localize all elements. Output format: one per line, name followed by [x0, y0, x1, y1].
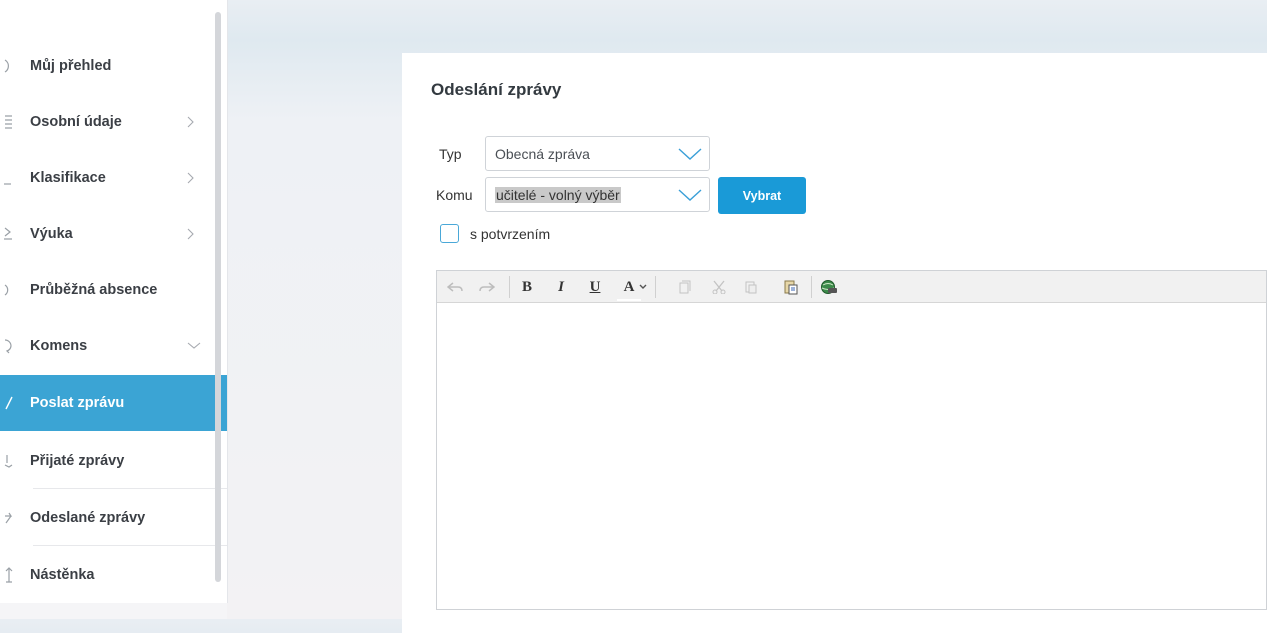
typ-label: Typ	[439, 146, 462, 162]
sidebar-item-komens[interactable]: Komens	[0, 318, 227, 374]
sidebar-item-label: Přijaté zprávy	[30, 453, 125, 469]
underline-button[interactable]: U	[583, 275, 607, 299]
message-editor: B I U A	[436, 270, 1267, 610]
toolbar-separator	[811, 276, 812, 298]
send-icon	[0, 395, 30, 411]
chevron-down-icon	[678, 188, 702, 205]
undo-icon[interactable]	[443, 275, 467, 299]
toolbar-separator	[509, 276, 510, 298]
redo-icon[interactable]	[475, 275, 499, 299]
chevron-right-icon	[187, 172, 227, 184]
editor-toolbar: B I U A	[437, 271, 1266, 303]
sidebar-item-label: Nástěnka	[30, 567, 95, 583]
sidebar-item-odeslane-zpravy[interactable]: Odeslané zprávy	[0, 490, 227, 546]
chevron-right-icon	[187, 228, 227, 240]
sidebar-divider	[33, 545, 227, 546]
sidebar-item-nastenka[interactable]: Nástěnka	[0, 547, 227, 603]
komu-select[interactable]: učitelé - volný výběr	[485, 177, 710, 212]
editor-text-area[interactable]	[437, 303, 1266, 609]
cut-icon[interactable]	[707, 275, 731, 299]
sidebar-divider	[33, 488, 227, 489]
paste-icon[interactable]	[739, 275, 763, 299]
sidebar-item-label: Odeslané zprávy	[30, 510, 146, 526]
sidebar-item-vyuka[interactable]: Výuka	[0, 206, 227, 262]
sidebar-item-label: Výuka	[30, 226, 73, 242]
komu-select-value: učitelé - volný výběr	[495, 186, 621, 203]
chevron-down-icon	[187, 342, 227, 350]
sidebar-item-muj-prehled[interactable]: Můj přehled	[0, 38, 227, 94]
teaching-icon	[0, 226, 30, 242]
sidebar-item-osobni-udaje[interactable]: Osobní údaje	[0, 94, 227, 150]
typ-select[interactable]: Obecná zpráva	[485, 136, 710, 171]
board-icon	[0, 566, 30, 584]
sidebar-item-label: Můj přehled	[30, 58, 112, 74]
sidebar-item-prubezna-absence[interactable]: Průběžná absence	[0, 262, 227, 318]
messages-icon	[0, 338, 30, 354]
copy-icon[interactable]	[673, 275, 697, 299]
sidebar-item-label: Klasifikace	[30, 170, 106, 186]
chevron-down-icon	[678, 147, 702, 164]
sidebar: Můj přehled Osobní údaje Klasifikace Výu…	[0, 0, 228, 603]
sidebar-footer	[0, 603, 227, 619]
sent-icon	[0, 510, 30, 526]
insert-link-icon[interactable]	[817, 275, 841, 299]
sidebar-item-label: Poslat zprávu	[30, 395, 125, 411]
font-color-dropdown-icon[interactable]	[637, 275, 649, 299]
paste-word-icon[interactable]	[779, 275, 803, 299]
confirm-checkbox[interactable]	[440, 224, 459, 243]
italic-button[interactable]: I	[549, 275, 573, 299]
page-title: Odeslání zprávy	[431, 80, 562, 99]
sidebar-item-klasifikace[interactable]: Klasifikace	[0, 150, 227, 206]
bold-button[interactable]: B	[515, 275, 539, 299]
typ-select-value: Obecná zpráva	[495, 145, 590, 162]
dashboard-icon	[0, 58, 30, 74]
vybrat-button[interactable]: Vybrat	[718, 177, 806, 214]
toolbar-separator	[655, 276, 656, 298]
sidebar-item-label: Komens	[30, 338, 88, 354]
sidebar-scrollbar-thumb[interactable]	[215, 12, 221, 582]
inbox-icon	[0, 453, 30, 469]
chevron-right-icon	[187, 116, 227, 128]
confirm-checkbox-label[interactable]: s potvrzením	[470, 226, 550, 242]
document-icon	[0, 114, 30, 130]
komu-label: Komu	[436, 187, 473, 203]
absence-icon	[0, 282, 30, 298]
sidebar-item-label: Osobní údaje	[30, 114, 122, 130]
sidebar-item-prijate-zpravy[interactable]: Přijaté zprávy	[0, 433, 227, 489]
sidebar-item-poslat-zpravu[interactable]: Poslat zprávu	[0, 375, 227, 431]
grades-icon	[0, 170, 30, 186]
sidebar-item-label: Průběžná absence	[30, 282, 158, 298]
